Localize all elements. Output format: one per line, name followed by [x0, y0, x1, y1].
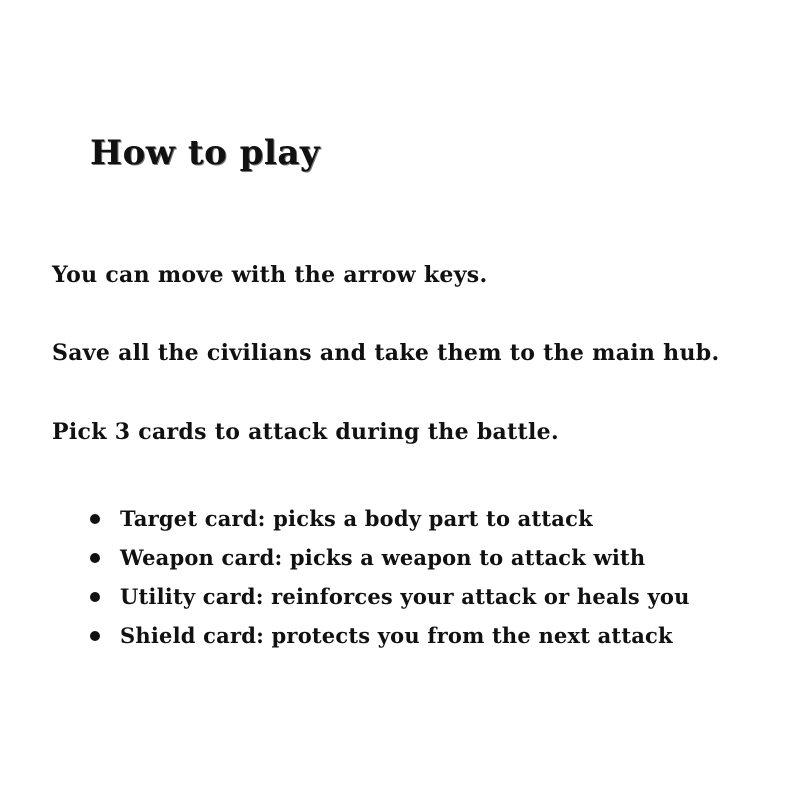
bullet-icon	[90, 630, 100, 641]
weapon-card-description: Weapon card: picks a weapon to attack wi…	[120, 544, 646, 570]
bullet-icon	[90, 591, 100, 602]
page-title: How to play	[90, 133, 321, 173]
target-card-description: Target card: picks a body part to attack	[120, 505, 593, 531]
bullet-icon	[90, 552, 100, 563]
battle-instruction: Pick 3 cards to attack during the battle…	[52, 418, 559, 445]
bullet-icon	[90, 513, 100, 524]
civilian-instruction: Save all the civilians and take them to …	[52, 340, 720, 367]
utility-card-description: Utility card: reinforces your attack or …	[120, 583, 690, 609]
how-to-play-screen: How to play You can move with the arrow …	[0, 0, 800, 800]
list-item: Target card: picks a body part to attack	[90, 499, 780, 538]
shield-card-description: Shield card: protects you from the next …	[120, 622, 673, 648]
list-item: Shield card: protects you from the next …	[90, 616, 780, 655]
instructions: You can move with the arrow keys. Save a…	[52, 262, 782, 445]
list-item: Weapon card: picks a weapon to attack wi…	[90, 538, 780, 577]
card-list: Target card: picks a body part to attack…	[90, 499, 780, 655]
movement-instruction: You can move with the arrow keys.	[52, 262, 488, 288]
list-item: Utility card: reinforces your attack or …	[90, 577, 780, 616]
